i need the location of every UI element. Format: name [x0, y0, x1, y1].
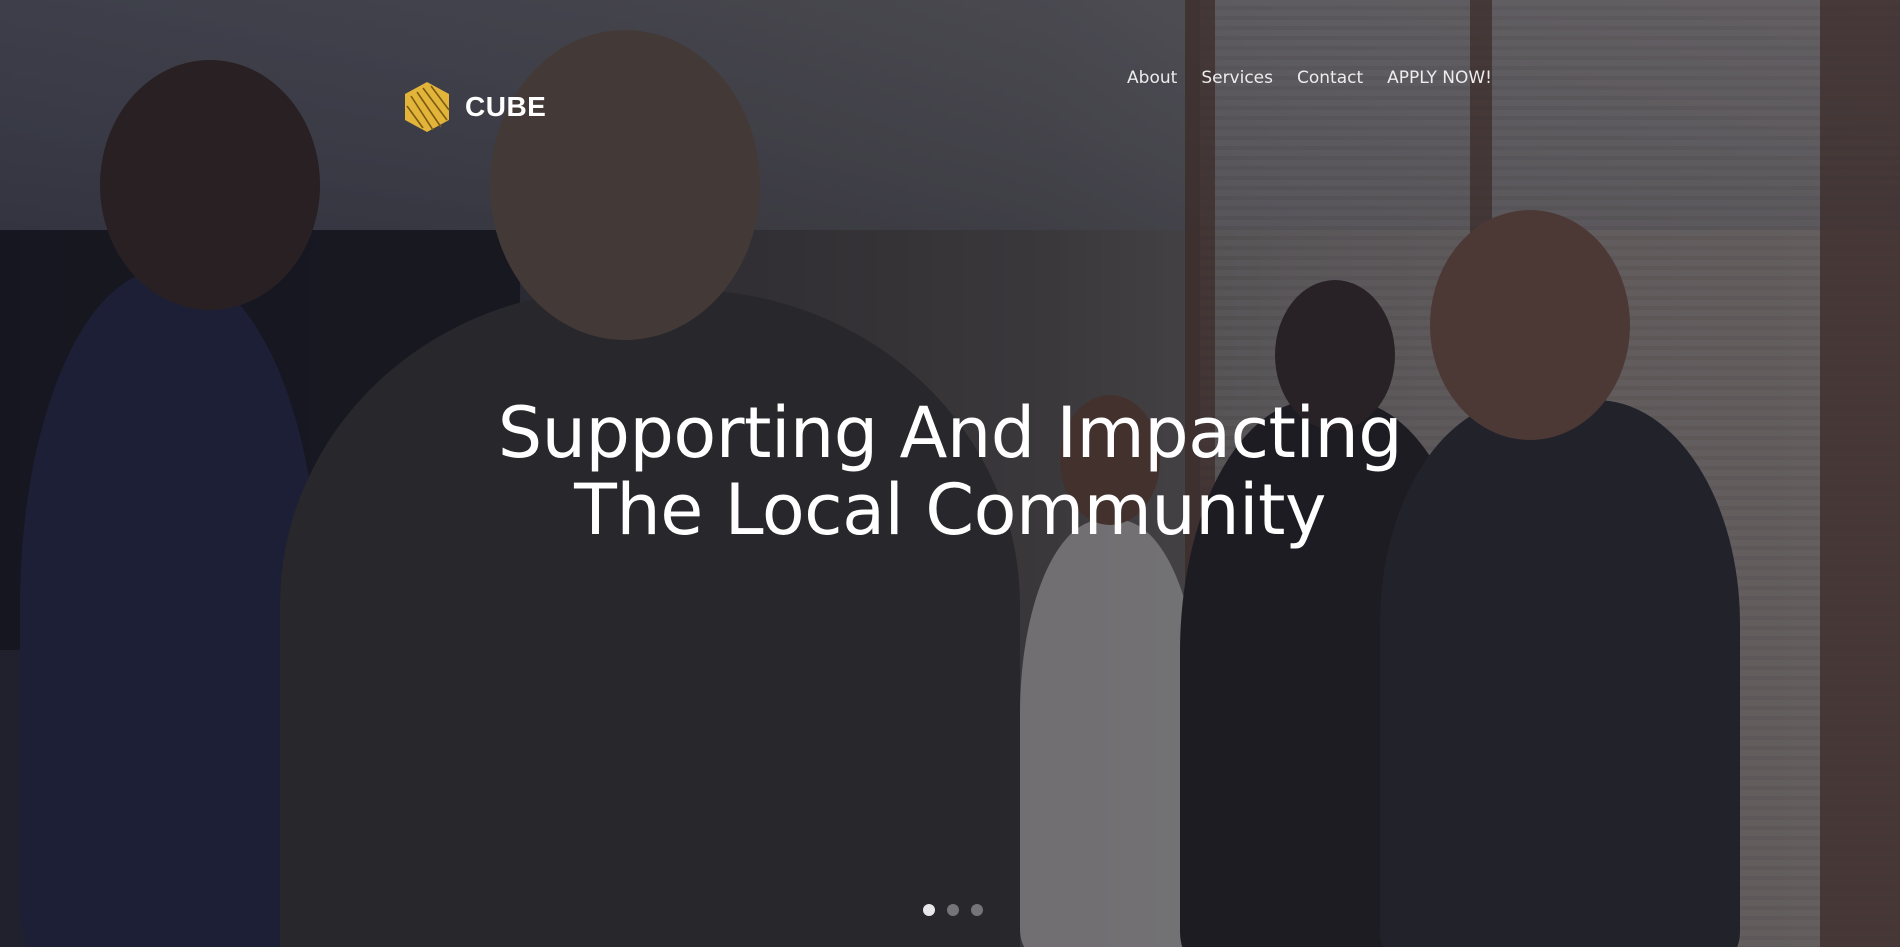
hero-headline-line-1: Supporting And Impacting — [497, 392, 1403, 474]
carousel-dot[interactable] — [923, 904, 935, 916]
hero-headline-line-2: The Local Community — [574, 469, 1326, 551]
carousel-dot[interactable] — [947, 904, 959, 916]
hero-headline: Supporting And Impacting The Local Commu… — [0, 395, 1900, 549]
nav-item-apply-now[interactable]: APPLY NOW! — [1387, 68, 1492, 88]
brand-logo-link[interactable]: CUBE — [403, 80, 546, 134]
nav-item-contact[interactable]: Contact — [1297, 68, 1363, 88]
hero-section: CUBE About Services Contact APPLY NOW! S… — [0, 0, 1900, 947]
nav-item-about[interactable]: About — [1127, 68, 1177, 88]
main-nav: About Services Contact APPLY NOW! — [1127, 68, 1492, 88]
brand-name: CUBE — [465, 91, 547, 122]
carousel-dot[interactable] — [971, 904, 983, 916]
nav-item-services[interactable]: Services — [1201, 68, 1273, 88]
carousel-indicators — [923, 904, 983, 916]
cube-icon — [405, 82, 450, 132]
